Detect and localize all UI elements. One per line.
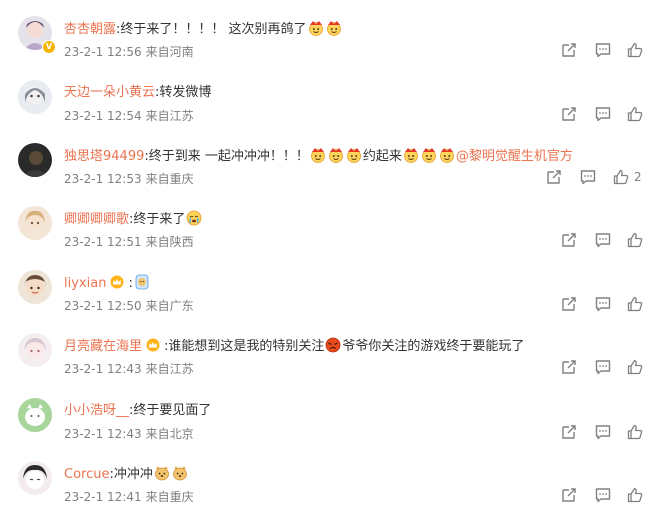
repost-icon[interactable] <box>560 295 578 313</box>
comment-location: 来自广东 <box>145 299 194 313</box>
comment-text: : <box>128 276 133 291</box>
comment-location: 来自重庆 <box>145 172 194 186</box>
comment-time: 23-2-1 12:43 <box>64 362 142 376</box>
comment-username[interactable]: 天边一朵小黄云 <box>64 85 155 100</box>
verified-badge-icon: V <box>42 40 56 54</box>
comment-item: 卿卿卿卿歌:终于来了 23-2-1 12:51 来自陕西 <box>0 206 660 266</box>
angry-emoji-icon <box>325 337 341 353</box>
comment-icon[interactable] <box>594 231 612 249</box>
avatar[interactable] <box>18 80 52 114</box>
comment-icon[interactable] <box>594 41 612 59</box>
mention-link[interactable]: @黎明觉醒生机官方 <box>456 149 573 164</box>
comment-text: :终于到来 一起冲冲冲！！！ <box>144 149 309 164</box>
comment-location: 来自陕西 <box>145 235 194 249</box>
comment-username[interactable]: 卿卿卿卿歌 <box>64 212 129 227</box>
like-count: 2 <box>634 170 642 184</box>
comment-list: V 杏杏朝露:终于来了！！！！ 这次别再鸽了 23-2-1 12:56 来自河南 … <box>0 0 660 514</box>
dog-emoji-icon <box>154 465 170 481</box>
comment-time: 23-2-1 12:51 <box>64 235 142 249</box>
comment-location: 来自江苏 <box>145 109 194 123</box>
repost-icon[interactable] <box>560 358 578 376</box>
avatar[interactable] <box>18 270 52 304</box>
comment-icon[interactable] <box>594 358 612 376</box>
comment-text: :终于要见面了 <box>129 403 212 418</box>
comment-location: 来自江苏 <box>145 362 194 376</box>
doge-sticker-icon <box>134 274 150 290</box>
avatar[interactable] <box>18 206 52 240</box>
red-packet-emoji-icon <box>308 20 324 36</box>
like-icon[interactable] <box>612 168 630 186</box>
dog-emoji-icon <box>172 465 188 481</box>
repost-icon[interactable] <box>560 231 578 249</box>
like-icon[interactable] <box>626 295 644 313</box>
comment-text: :转发微博 <box>155 85 212 100</box>
comment-text-continued: 爷爷你关注的游戏终于要能玩了 <box>342 339 525 354</box>
comment-item: 月亮藏在海里 :谁能想到这是我的特别关注 爷爷你关注的游戏终于要能玩了 23-2-1… <box>0 333 660 393</box>
member-crown-icon <box>146 338 160 352</box>
comment-username[interactable]: Corcue <box>64 467 109 482</box>
red-packet-emoji-icon <box>439 147 455 163</box>
like-icon[interactable] <box>626 231 644 249</box>
avatar[interactable] <box>18 398 52 432</box>
comment-icon[interactable] <box>594 105 612 123</box>
comment-icon[interactable] <box>579 168 597 186</box>
comment-time: 23-2-1 12:41 <box>64 490 142 504</box>
repost-icon[interactable] <box>560 423 578 441</box>
comment-text: :谁能想到这是我的特别关注 <box>164 339 325 354</box>
comment-icon[interactable] <box>594 295 612 313</box>
red-packet-emoji-icon <box>326 20 342 36</box>
repost-icon[interactable] <box>560 41 578 59</box>
comment-icon[interactable] <box>594 486 612 504</box>
comment-text: :终于来了！！！！ 这次别再鸽了 <box>116 22 307 37</box>
comment-item: Corcue:冲冲冲 23-2-1 12:41 来自重庆 <box>0 461 660 521</box>
comment-icon[interactable] <box>594 423 612 441</box>
comment-time: 23-2-1 12:43 <box>64 427 142 441</box>
avatar[interactable] <box>18 333 52 367</box>
like-icon[interactable] <box>626 41 644 59</box>
comment-text: :冲冲冲 <box>109 467 153 482</box>
like-icon[interactable] <box>626 358 644 376</box>
comment-item: liyxian: 23-2-1 12:50 来自广东 <box>0 270 660 330</box>
comment-text: :终于来了 <box>129 212 186 227</box>
comment-username[interactable]: 独思塔94499 <box>64 149 144 164</box>
red-packet-emoji-icon <box>403 147 419 163</box>
comment-username[interactable]: 小小浩呀__ <box>64 403 129 418</box>
comment-time: 23-2-1 12:50 <box>64 299 142 313</box>
comment-item: 小小浩呀__:终于要见面了 23-2-1 12:43 来自北京 <box>0 398 660 458</box>
comment-item: 天边一朵小黄云:转发微博 23-2-1 12:54 来自江苏 <box>0 80 660 140</box>
repost-icon[interactable] <box>560 486 578 504</box>
red-packet-emoji-icon <box>328 147 344 163</box>
comment-time: 23-2-1 12:56 <box>64 45 142 59</box>
comment-item: 独思塔94499:终于到来 一起冲冲冲！！！ 约起来 @黎明觉醒生机官方 23-2-… <box>0 143 660 203</box>
comment-text-continued: 约起来 <box>362 149 402 164</box>
comment-location: 来自河南 <box>145 45 194 59</box>
comment-location: 来自重庆 <box>145 490 194 504</box>
like-icon[interactable] <box>626 486 644 504</box>
repost-icon[interactable] <box>560 105 578 123</box>
comment-time: 23-2-1 12:54 <box>64 109 142 123</box>
comment-location: 来自北京 <box>145 427 194 441</box>
red-packet-emoji-icon <box>310 147 326 163</box>
like-icon[interactable] <box>626 423 644 441</box>
comment-username[interactable]: 杏杏朝露 <box>64 22 116 37</box>
member-crown-icon <box>110 275 124 289</box>
like-icon[interactable] <box>626 105 644 123</box>
comment-username[interactable]: 月亮藏在海里 <box>64 339 142 354</box>
crying-emoji-icon <box>186 210 202 226</box>
avatar[interactable] <box>18 143 52 177</box>
comment-username[interactable]: liyxian <box>64 276 106 291</box>
comment-item: V 杏杏朝露:终于来了！！！！ 这次别再鸽了 23-2-1 12:56 来自河南 <box>0 16 660 76</box>
repost-icon[interactable] <box>545 168 563 186</box>
red-packet-emoji-icon <box>421 147 437 163</box>
avatar[interactable] <box>18 461 52 495</box>
comment-time: 23-2-1 12:53 <box>64 172 142 186</box>
red-packet-emoji-icon <box>346 147 362 163</box>
